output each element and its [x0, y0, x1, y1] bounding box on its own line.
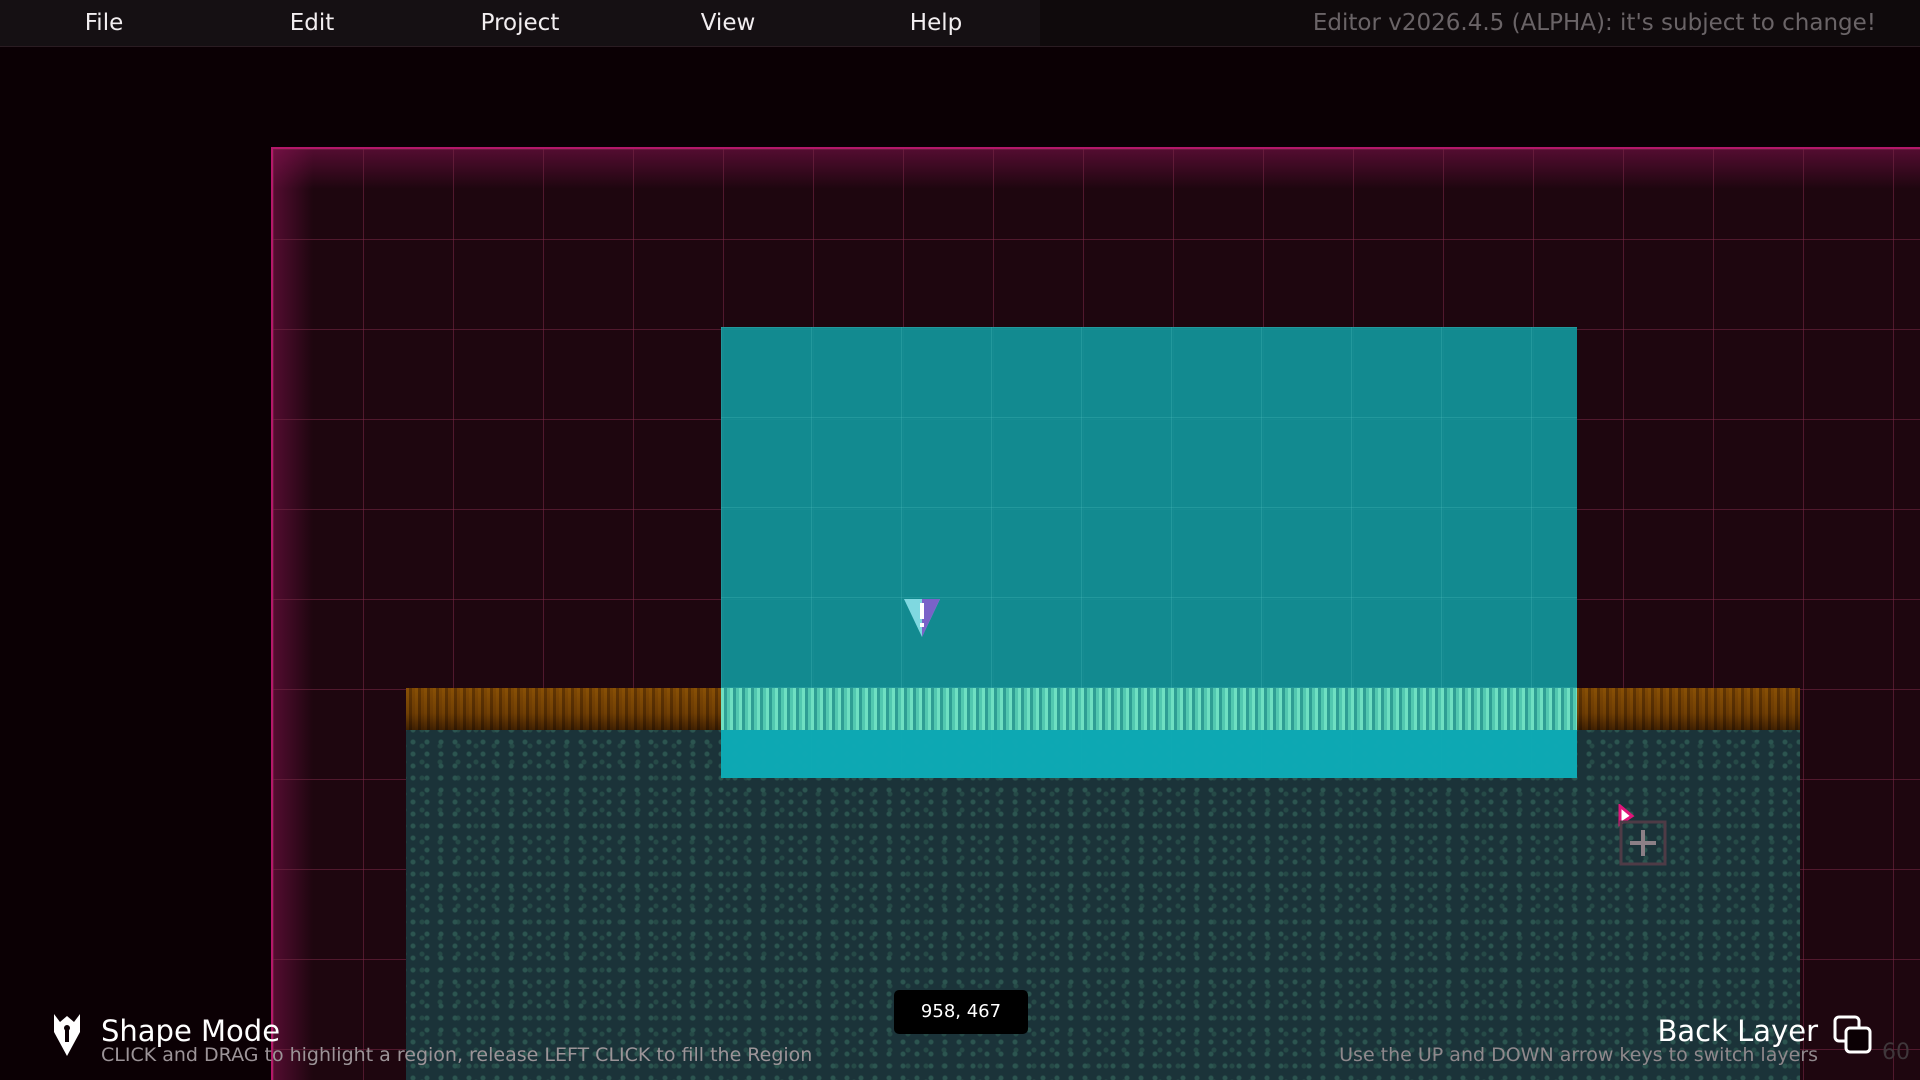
layer-title: Back Layer — [1657, 1014, 1818, 1048]
cursor-coordinates: 958, 467 — [894, 990, 1028, 1034]
menu-view[interactable]: View — [624, 0, 832, 46]
menu-file[interactable]: File — [0, 0, 208, 46]
spawn-marker-icon[interactable] — [904, 599, 940, 639]
menu-edit[interactable]: Edit — [208, 0, 416, 46]
layers-icon[interactable] — [1832, 1014, 1874, 1056]
submerged-grass-strip — [721, 688, 1577, 730]
menu-bar: File Edit Project View Help Editor v2026… — [0, 0, 1920, 47]
menu-group: File Edit Project View Help — [0, 0, 1040, 46]
crosshair-cursor-icon — [1618, 804, 1667, 866]
layer-hint: Use the UP and DOWN arrow keys to switch… — [1339, 1044, 1818, 1066]
water-lower-region — [721, 730, 1577, 778]
menu-project[interactable]: Project — [416, 0, 624, 46]
version-label: Editor v2026.4.5 (ALPHA): it's subject t… — [1312, 10, 1876, 36]
mode-title: Shape Mode — [101, 1014, 281, 1048]
editor-window: File Edit Project View Help Editor v2026… — [0, 0, 1920, 1080]
fps-counter: 60 — [1882, 1040, 1910, 1065]
menu-help[interactable]: Help — [832, 0, 1040, 46]
pen-nib-icon — [54, 1014, 80, 1056]
mode-hint: CLICK and DRAG to highlight a region, re… — [101, 1044, 813, 1066]
